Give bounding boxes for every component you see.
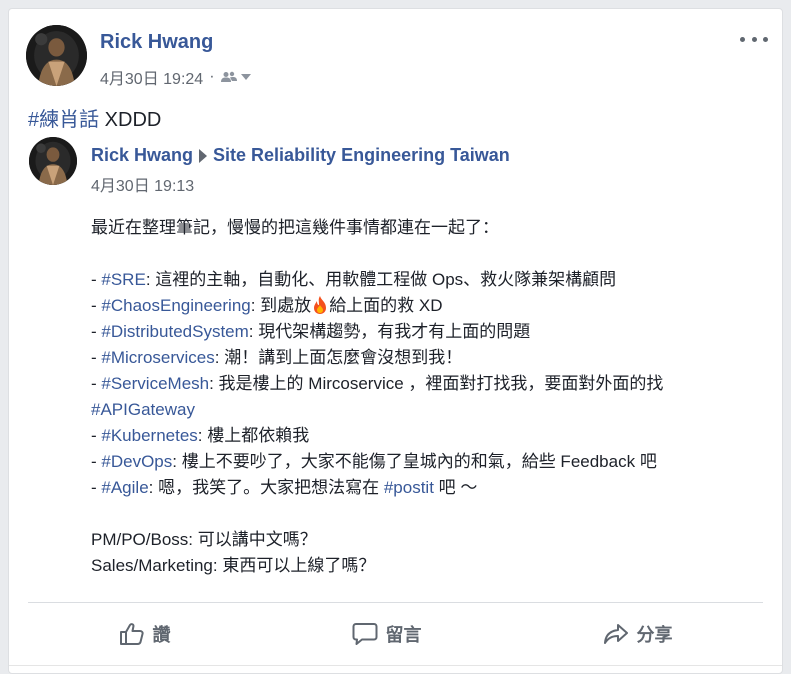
shared-timestamp[interactable]: 4月30日 19:13 [91,172,194,196]
list-text: : 到處放 [250,296,312,315]
list-prefix: - [91,322,102,341]
author-avatar[interactable] [26,25,87,86]
list-prefix: - [91,270,102,289]
comment-button[interactable]: 留言 [336,615,438,653]
friends-icon[interactable] [220,71,237,83]
dot-3 [763,36,768,42]
comment-label: 留言 [385,625,422,645]
more-options-button[interactable] [740,31,768,47]
list-text: : 樓上不要吵了，大家不能傷了皇城內的和氣，給些 Feedback 吧 [172,452,657,471]
list-text: 吧 ～ [433,478,478,497]
list-text: 給上面的救 XD [329,296,443,315]
list-item: - #ChaosEngineering: 到處放 給上面的救 XD [91,293,771,319]
post-timestamp[interactable]: 4月30日 19:24 [100,65,203,89]
list-prefix: - [91,452,102,471]
hashtag-link[interactable]: #DistributedSystem [101,322,248,341]
shared-author-avatar[interactable] [29,137,77,185]
shared-intro: 最近在整理筆記，慢慢的把這幾件事情都連在一起了： [91,218,499,237]
hashtag-link[interactable]: #SRE [101,270,145,289]
list-item: - #Kubernetes: 樓上都依賴我 [91,423,771,449]
share-icon [603,624,628,644]
shared-group-name[interactable]: Site Reliability Engineering Taiwan [213,145,510,166]
comment-icon [352,623,377,645]
post-text: #練肖話 XDDD [28,103,161,132]
shared-author-name[interactable]: Rick Hwang [91,145,193,166]
meta-separator: · [209,68,215,85]
hashtag-link[interactable]: #postit [384,478,434,497]
list-item: - #SRE: 這裡的主軸，自動化、用軟體工程做 Ops、救火隊兼架構顧問 [91,267,771,293]
hashtag-link[interactable]: #Kubernetes [101,426,197,445]
list-prefix: - [91,426,102,445]
hashtag-link[interactable]: #練肖話 [28,109,99,131]
avatar-image [26,25,87,86]
list-prefix: - [91,348,102,367]
post-meta: 4月30日 19:24 · [100,65,251,89]
list-text: : 這裡的主軸，自動化、用軟體工程做 Ops、救火隊兼架構顧問 [145,270,617,289]
like-label: 讚 [152,625,171,645]
author-name[interactable]: Rick Hwang [100,31,213,54]
list-item: - #ServiceMesh: 我是樓上的 Mircoservice ，裡面對打… [91,371,771,397]
action-divider [28,602,763,603]
post-card: Rick Hwang 4月30日 19:24 · #練肖話 XDDD Rick … [8,8,783,674]
shared-post-header: Rick Hwang Site Reliability Engineering … [91,145,510,166]
thumbs-up-icon [119,623,144,645]
hashtag-link[interactable]: #ServiceMesh [101,374,209,393]
outro-line: PM/PO/Boss: 可以講中文嗎？ [91,530,317,549]
post-text-rest: XDDD [99,109,162,131]
list-item: - #Microservices: 潮！講到上面怎麼會沒想到我！ [91,345,771,371]
hashtag-link[interactable]: #APIGateway [91,400,195,419]
dot-1 [740,36,745,42]
fire-emoji-icon [314,296,327,314]
card-bottom-divider [9,665,782,666]
list-text: : 嗯，我笑了。大家把想法寫在 [148,478,384,497]
list-text: : 現代架構趨勢，有我才有上面的問題 [248,322,531,341]
hashtag-link[interactable]: #ChaosEngineering [101,296,250,315]
list-text: : 潮！講到上面怎麼會沒想到我！ [214,348,463,367]
like-button[interactable]: 讚 [103,615,187,653]
share-label: 分享 [636,625,673,645]
list-item: - #Agile: 嗯，我笑了。大家把想法寫在 #postit 吧 ～ [91,475,771,501]
list-item: - #DistributedSystem: 現代架構趨勢，有我才有上面的問題 [91,319,771,345]
list-item: - #DevOps: 樓上不要吵了，大家不能傷了皇城內的和氣，給些 Feedba… [91,449,771,475]
outro-line: Sales/Marketing: 東西可以上線了嗎？ [91,556,376,575]
action-bar: 讚 留言 分享 [28,609,763,659]
list-item: #APIGateway [91,397,771,423]
hashtag-link[interactable]: #Agile [101,478,148,497]
share-button[interactable]: 分享 [587,615,689,653]
dot-2 [751,36,757,42]
list-prefix: - [91,296,102,315]
list-text: : 樓上都依賴我 [197,426,310,445]
chevron-down-icon[interactable] [240,73,251,81]
shared-post-body: 最近在整理筆記，慢慢的把這幾件事情都連在一起了： - #SRE: 這裡的主軸，自… [91,215,771,579]
avatar-image [29,137,77,185]
list-prefix: - [91,374,102,393]
arrow-right-icon [199,148,208,163]
hashtag-link[interactable]: #DevOps [101,452,172,471]
list-prefix: - [91,478,102,497]
hashtag-link[interactable]: #Microservices [101,348,214,367]
list-text: : 我是樓上的 Mircoservice ，裡面對打找我，要面對外面的找 [209,374,664,393]
